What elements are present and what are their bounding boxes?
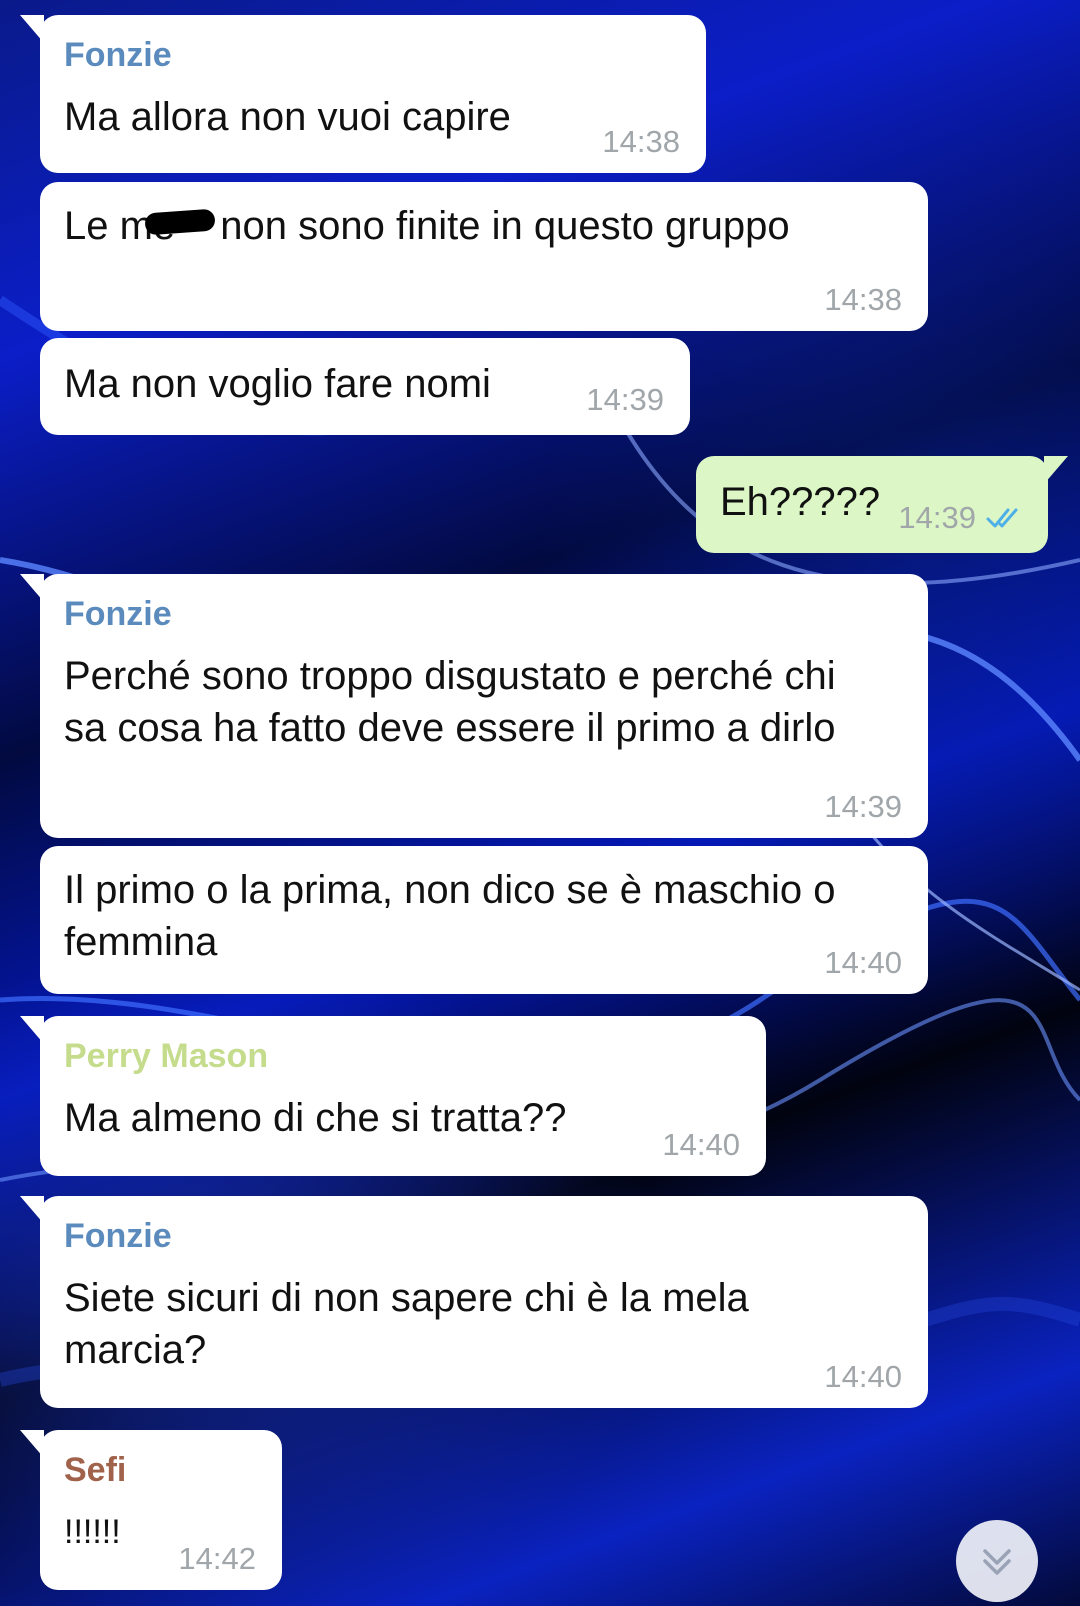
sender-name[interactable]: Sefi xyxy=(64,1452,258,1488)
double-check-icon xyxy=(986,508,1018,528)
message-bubble[interactable]: Perry Mason Ma almeno di che si tratta??… xyxy=(20,1016,766,1176)
chat-messages[interactable]: Fonzie Ma allora non vuoi capire 14:38 L… xyxy=(0,0,1080,1606)
message-text: Perché sono troppo disgustato e perché c… xyxy=(64,654,836,750)
message-timestamp: 14:42 xyxy=(178,1541,256,1576)
message-bubble[interactable]: Sefi !!!!!! 14:42 xyxy=(20,1430,282,1590)
message-text: Ma allora non vuoi capire xyxy=(64,95,511,139)
sender-name[interactable]: Fonzie xyxy=(64,596,904,632)
message-timestamp: 14:38 xyxy=(602,124,680,159)
message-text: Ma almeno di che si tratta?? xyxy=(64,1096,567,1140)
message-text: Il primo o la prima, non dico se è masch… xyxy=(64,868,836,964)
scroll-to-bottom-button[interactable] xyxy=(956,1520,1038,1602)
message-bubble[interactable]: Le me non sono finite in questo gruppo 1… xyxy=(40,182,928,331)
sender-name[interactable]: Fonzie xyxy=(64,37,682,73)
message-timestamp: 14:38 xyxy=(824,282,902,317)
outgoing-message-bubble[interactable]: Eh????? 14:39 xyxy=(696,456,1068,553)
message-text: Siete sicuri di non sapere chi è la mela… xyxy=(64,1276,749,1372)
message-bubble[interactable]: Fonzie Perché sono troppo disgustato e p… xyxy=(20,574,928,838)
sender-name[interactable]: Fonzie xyxy=(64,1218,904,1254)
message-bubble[interactable]: Fonzie Siete sicuri di non sapere chi è … xyxy=(20,1196,928,1408)
message-bubble[interactable]: Il primo o la prima, non dico se è masch… xyxy=(40,846,928,994)
message-timestamp: 14:40 xyxy=(824,1359,902,1394)
message-text-end: non sono finite in questo gruppo xyxy=(209,204,790,248)
redaction-scribble xyxy=(144,208,216,236)
sender-name[interactable]: Perry Mason xyxy=(64,1038,742,1074)
message-meta: 14:39 xyxy=(898,501,1026,535)
message-timestamp: 14:39 xyxy=(824,789,902,824)
message-text: Le me non sono finite in questo gruppo xyxy=(64,200,904,252)
double-chevron-down-icon xyxy=(983,1549,1011,1575)
message-timestamp: 14:40 xyxy=(662,1127,740,1162)
message-bubble[interactable]: Ma non voglio fare nomi 14:39 xyxy=(40,338,690,435)
message-text: Ma non voglio fare nomi xyxy=(64,362,491,406)
message-timestamp: 14:39 xyxy=(898,500,976,535)
message-timestamp: 14:40 xyxy=(824,945,902,980)
message-timestamp: 14:39 xyxy=(586,382,664,417)
message-bubble[interactable]: Fonzie Ma allora non vuoi capire 14:38 xyxy=(20,15,706,173)
